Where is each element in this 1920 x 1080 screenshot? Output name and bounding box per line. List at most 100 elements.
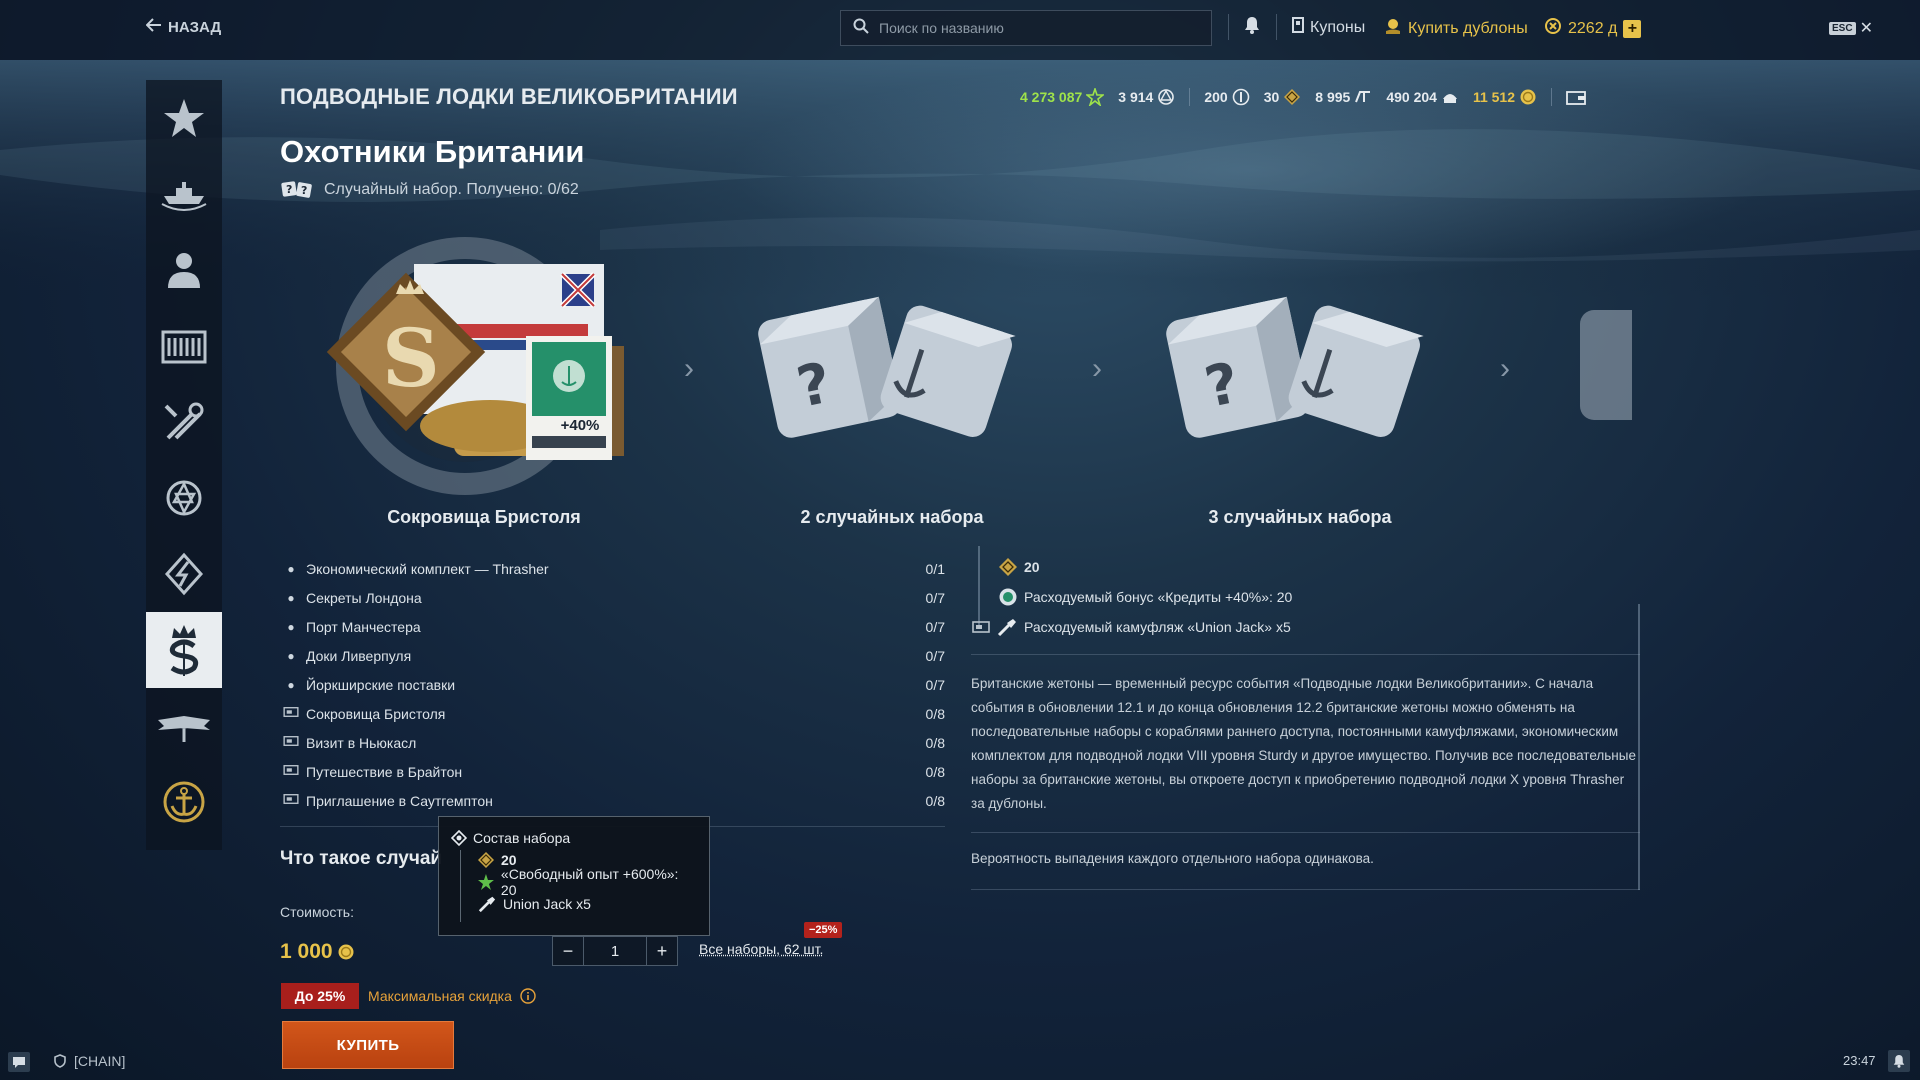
clock: 23:47 <box>1843 1053 1876 1068</box>
carousel-item-2-random[interactable]: ? <box>752 290 1032 440</box>
chat-button[interactable] <box>8 1052 30 1072</box>
notifications-bell-icon[interactable] <box>1244 16 1260 39</box>
carousel-item-label: 3 случайных набора <box>1208 507 1392 527</box>
free-xp-resource: 4 273 087 <box>1020 88 1105 106</box>
all-sets-link[interactable]: Все наборы, 62 шт. <box>699 941 823 957</box>
tooltip-camo: Union Jack х5 <box>503 896 591 912</box>
credits-value: 11 512 <box>1472 89 1515 105</box>
list-item-count: 0/8 <box>925 705 945 722</box>
list-item-count: 0/8 <box>925 734 945 751</box>
category-sidebar <box>146 80 222 850</box>
list-item-count: 0/7 <box>925 647 945 664</box>
wallet-button[interactable] <box>1566 89 1586 105</box>
sidebar-item-featured[interactable] <box>146 80 222 156</box>
bell-icon <box>1893 1055 1905 1068</box>
list-item: ● Экономический комплект — Thrasher 0/1 <box>280 554 945 583</box>
dice-partial-image <box>1580 310 1632 420</box>
list-item-name: Порт Манчестера <box>306 618 421 635</box>
bullet-icon: ● <box>287 648 295 663</box>
sidebar-item-anchor[interactable] <box>146 764 222 840</box>
divider <box>1276 14 1277 40</box>
list-item-name: Йоркширские поставки <box>306 676 456 693</box>
carousel-item-bristol[interactable]: S +40% <box>310 236 660 496</box>
carousel-item-3-random[interactable]: ? <box>1160 290 1440 440</box>
add-doubloons-button[interactable]: + <box>1623 19 1642 38</box>
camo-icon <box>972 621 990 633</box>
tooltip-title: Состав набора <box>473 830 571 846</box>
notifications-button[interactable] <box>1888 1050 1910 1072</box>
carousel-item-4-partial[interactable] <box>1572 300 1632 430</box>
sidebar-item-ships[interactable] <box>146 156 222 232</box>
divider <box>971 832 1640 833</box>
search-box <box>840 10 1212 46</box>
list-item-count: 0/1 <box>925 560 945 577</box>
chat-icon <box>13 1057 25 1068</box>
gold-anchor-icon <box>163 781 205 823</box>
camo-label: Расходуемый камуфляж «Union Jack» х5 <box>1024 619 1291 635</box>
divider <box>1228 14 1229 40</box>
what-is-label: Что такое случай <box>280 848 443 869</box>
list-item: Путешествие в Брайтон 0/8 <box>280 757 945 786</box>
list-item-name: Сокровища Бристоля <box>306 705 446 722</box>
sidebar-item-british-subs[interactable] <box>146 612 222 688</box>
paint-brush-icon <box>997 619 1016 637</box>
coupons-button[interactable]: Купоны <box>1292 17 1365 38</box>
max-discount: Максимальная скидка <box>368 988 536 1004</box>
price-value: 1 000 <box>280 940 333 963</box>
free-xp-star-icon <box>477 874 494 890</box>
dice-pair-image: ? <box>1166 296 1424 438</box>
list-item: ● Доки Ливерпуля 0/7 <box>280 641 945 670</box>
increase-quantity-button[interactable]: + <box>647 937 677 965</box>
sidebar-item-tokens[interactable] <box>146 536 222 612</box>
brit-token-icon <box>478 852 494 868</box>
svg-text:?: ? <box>301 184 307 197</box>
sidebar-item-wings[interactable] <box>146 688 222 764</box>
page-title: ПОДВОДНЫЕ ЛОДКИ ВЕЛИКОБРИТАНИИ <box>280 84 738 109</box>
list-item: ● Секреты Лондона 0/7 <box>280 583 945 612</box>
buy-button[interactable]: КУПИТЬ <box>282 1021 454 1069</box>
info-icon[interactable] <box>520 988 536 1004</box>
random-dice-icon: ?? <box>281 181 312 198</box>
camo-icon <box>280 793 302 808</box>
bundle-icon <box>451 830 467 846</box>
close-button[interactable]: ESC ✕ <box>1829 18 1873 38</box>
what-is-random-bundle-link[interactable]: Что такое случай <box>280 848 442 870</box>
divider <box>1189 88 1191 106</box>
bundle-contents-list: ● Экономический комплект — Thrasher 0/1 ● Се… <box>280 554 945 815</box>
list-item-name: Визит в Ньюкасл <box>306 734 417 751</box>
decrease-quantity-button[interactable]: − <box>553 937 583 965</box>
brit-tokens-resource: 30 <box>1264 88 1302 106</box>
carousel-item-label: 2 случайных набора <box>800 507 984 527</box>
list-item-name: Путешествие в Брайтон <box>306 763 463 780</box>
sidebar-item-signals[interactable] <box>146 460 222 536</box>
sidebar-item-upgrades[interactable] <box>146 384 222 460</box>
search-icon <box>853 18 869 39</box>
ship-wreath-icon <box>161 182 207 211</box>
elite-xp-value: 3 914 <box>1118 89 1154 105</box>
free-xp-value: 4 273 087 <box>1020 89 1083 105</box>
tree-line <box>460 850 461 922</box>
tooltip-freexp: «Свободный опыт +600%»: 20 <box>500 866 679 898</box>
sidebar-item-commanders[interactable] <box>146 232 222 308</box>
tooltip-freexp-row: «Свободный опыт +600%»: 20 <box>451 866 697 898</box>
chevron-right-icon: › <box>684 352 694 385</box>
bonus-badge-label: +40% <box>560 417 600 434</box>
bullet-icon: ● <box>287 619 295 634</box>
quantity-input[interactable] <box>583 937 647 965</box>
back-button[interactable]: НАЗАД <box>145 18 221 36</box>
credits-bonus-icon <box>999 588 1017 606</box>
search-input[interactable] <box>879 20 1199 36</box>
svg-text:S: S <box>382 311 440 405</box>
buy-doubloons-button[interactable]: Купить дублоны <box>1384 17 1528 40</box>
list-item: ● Порт Манчестера 0/7 <box>280 612 945 641</box>
esc-key-label: ESC <box>1829 21 1856 35</box>
list-item-count: 0/7 <box>925 618 945 635</box>
chevron-right-icon: › <box>1092 352 1102 385</box>
clan-tag[interactable]: [CHAIN] <box>54 1053 125 1069</box>
elite-xp-resource: 3 914 <box>1118 88 1175 106</box>
sidebar-item-containers[interactable] <box>146 308 222 384</box>
shield-icon <box>54 1054 66 1068</box>
camo-icon <box>280 735 302 750</box>
list-item-count: 0/7 <box>925 676 945 693</box>
divider <box>971 889 1640 890</box>
